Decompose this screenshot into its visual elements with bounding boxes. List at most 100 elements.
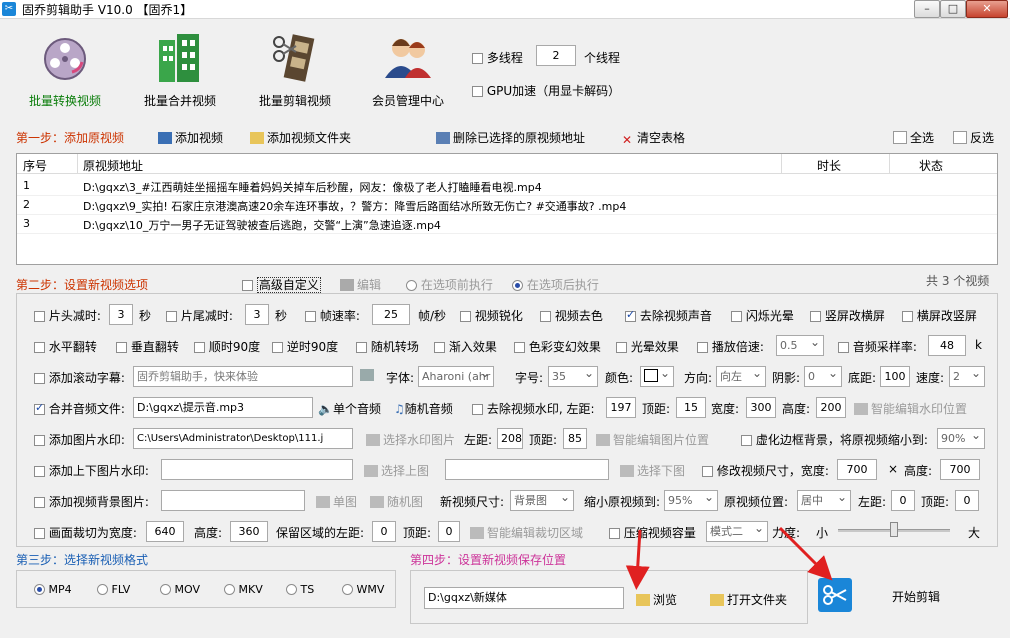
dir-select[interactable]: 向左 xyxy=(716,366,766,387)
force-slider-thumb[interactable] xyxy=(890,522,898,537)
remove-audio-checkbox[interactable] xyxy=(625,308,636,322)
save-path-input[interactable]: D:\gqxz\新媒体 xyxy=(424,587,624,609)
resize-width-input[interactable]: 700 xyxy=(837,459,877,480)
hflip-checkbox[interactable] xyxy=(34,342,45,353)
text-edit-icon[interactable] xyxy=(360,369,374,381)
member-center-button[interactable]: 会员管理中心 xyxy=(363,30,453,110)
merge-audio-checkbox[interactable] xyxy=(34,401,45,415)
merge-audio-option[interactable]: 合并音频文件: xyxy=(34,400,125,417)
remove-wm-checkbox[interactable] xyxy=(472,404,483,415)
delete-selected-button[interactable]: 删除已选择的原视频地址 xyxy=(436,129,585,146)
decolor-option[interactable]: 视频去色 xyxy=(540,307,603,324)
shrink-select[interactable]: 95% xyxy=(664,490,718,511)
shadow-select[interactable]: 0 xyxy=(804,366,842,387)
ccw90-option[interactable]: 逆时90度 xyxy=(272,338,338,355)
cw90-option[interactable]: 顺时90度 xyxy=(194,338,260,355)
tail-cut-input[interactable]: 3 xyxy=(245,304,269,325)
sample-rate-checkbox[interactable] xyxy=(838,342,849,353)
img-wm-option[interactable]: 添加图片水印: xyxy=(34,431,125,448)
table-row[interactable]: 3 D:\gqxz\10_万宁一男子无证驾驶被查后逃跑，交警“上演”急速追逐.m… xyxy=(17,214,997,234)
fps-checkbox[interactable] xyxy=(305,311,316,322)
choose-bottom-button[interactable]: 选择下图 xyxy=(620,462,685,479)
vflip-checkbox[interactable] xyxy=(116,342,127,353)
format-mov[interactable]: MOV xyxy=(160,583,200,596)
single-audio-button[interactable]: 🔈单个音频 xyxy=(318,400,381,417)
head-cut-option[interactable]: 片头减时: xyxy=(34,307,101,324)
blur-bg-checkbox[interactable] xyxy=(741,435,752,446)
hflip-option[interactable]: 水平翻转 xyxy=(34,338,97,355)
resize-checkbox[interactable] xyxy=(702,466,713,477)
crop-checkbox[interactable] xyxy=(34,528,45,539)
table-row[interactable]: 1 D:\gqxz\3_#江西萌娃坐摇摇车睡着妈妈关掉车后秒醒，网友：像极了老人… xyxy=(17,176,997,196)
format-mkv-radio[interactable] xyxy=(224,584,235,595)
halo-fx-checkbox[interactable] xyxy=(616,342,627,353)
wm-left-input[interactable]: 197 xyxy=(606,397,636,418)
edit-button[interactable]: 编辑 xyxy=(340,276,381,293)
remove-wm-option[interactable]: 去除视频水印, 左距: xyxy=(472,400,595,417)
bg-img-checkbox[interactable] xyxy=(34,497,45,508)
ccw90-checkbox[interactable] xyxy=(272,342,283,353)
random-img-button[interactable]: 随机图 xyxy=(370,493,423,510)
h2v-checkbox[interactable] xyxy=(902,311,913,322)
random-trans-checkbox[interactable] xyxy=(356,342,367,353)
position-select[interactable]: 居中 xyxy=(797,490,851,511)
cw90-checkbox[interactable] xyxy=(194,342,205,353)
tail-cut-checkbox[interactable] xyxy=(166,311,177,322)
multithread-checkbox[interactable] xyxy=(472,53,483,64)
before-radio[interactable] xyxy=(406,280,417,291)
invert-select-button[interactable]: 反选 xyxy=(953,129,994,146)
format-wmv-radio[interactable] xyxy=(342,584,353,595)
choose-wm-img-button[interactable]: 选择水印图片 xyxy=(366,431,455,448)
thread-count-input[interactable]: 2 xyxy=(536,45,576,66)
before-option[interactable]: 在选项前执行 xyxy=(406,276,493,293)
color-fx-option[interactable]: 色彩变幻效果 xyxy=(514,338,601,355)
crop-width-input[interactable]: 640 xyxy=(146,521,184,542)
minimize-button[interactable]: – xyxy=(914,0,940,18)
head-cut-checkbox[interactable] xyxy=(34,311,45,322)
smart-wm-button[interactable]: 智能编辑水印位置 xyxy=(854,400,967,417)
audio-path-input[interactable]: D:\gqxz\提示音.mp3 xyxy=(133,397,313,418)
sharpen-option[interactable]: 视频锐化 xyxy=(460,307,523,324)
start-button[interactable]: 开始剪辑 xyxy=(892,588,940,605)
format-mkv[interactable]: MKV xyxy=(224,583,263,596)
gpu-checkbox[interactable] xyxy=(472,86,483,97)
img-left-input[interactable]: 208 xyxy=(497,428,523,449)
sharpen-checkbox[interactable] xyxy=(460,311,471,322)
close-button[interactable]: ✕ xyxy=(966,0,1008,18)
batch-merge-button[interactable]: 批量合并视频 xyxy=(135,30,225,110)
scroll-text-input[interactable]: 固乔剪辑助手，快来体验 xyxy=(133,366,353,387)
clear-table-button[interactable]: ✕ 清空表格 xyxy=(620,129,685,147)
choose-top-button[interactable]: 选择上图 xyxy=(364,462,429,479)
blur-bg-option[interactable]: 虚化边框背景，将原视频缩小到: xyxy=(741,431,928,448)
img-top-input[interactable]: 85 xyxy=(563,428,587,449)
table-row[interactable]: 2 D:\gqxz\9_实拍! 石家庄京港澳高速20余车连环事故，？警方：降雪后… xyxy=(17,195,997,215)
format-flv-radio[interactable] xyxy=(97,584,108,595)
halo-fx-option[interactable]: 光晕效果 xyxy=(616,338,679,355)
format-mp4[interactable]: MP4 xyxy=(34,583,72,596)
font-select[interactable]: Aharoni (ahr xyxy=(418,366,494,387)
wm-top-input[interactable]: 15 xyxy=(676,397,706,418)
batch-edit-button[interactable]: 批量剪辑视频 xyxy=(250,30,340,110)
random-trans-option[interactable]: 随机转场 xyxy=(356,338,419,355)
scroll-speed-select[interactable]: 2 xyxy=(949,366,985,387)
batch-convert-button[interactable]: 批量转换视频 xyxy=(20,30,110,110)
color-fx-checkbox[interactable] xyxy=(514,342,525,353)
multithread-option[interactable]: 多线程 xyxy=(472,49,523,66)
pos-top-input[interactable]: 0 xyxy=(955,490,979,511)
format-wmv[interactable]: WMV xyxy=(342,583,384,596)
tb-wm-checkbox[interactable] xyxy=(34,466,45,477)
smart-crop-button[interactable]: 智能编辑裁切区域 xyxy=(470,524,583,541)
top-img-input[interactable] xyxy=(161,459,353,480)
head-cut-input[interactable]: 3 xyxy=(109,304,133,325)
v2h-checkbox[interactable] xyxy=(810,311,821,322)
select-all-button[interactable]: 全选 xyxy=(893,129,934,146)
add-video-button[interactable]: 添加视频 xyxy=(158,129,223,146)
maximize-button[interactable]: □ xyxy=(940,0,966,18)
img-wm-checkbox[interactable] xyxy=(34,435,45,446)
pos-left-input[interactable]: 0 xyxy=(891,490,915,511)
tail-cut-option[interactable]: 片尾减时: xyxy=(166,307,233,324)
img-path-input[interactable]: C:\Users\Administrator\Desktop\111.j xyxy=(133,428,353,449)
format-ts-radio[interactable] xyxy=(286,584,297,595)
video-table[interactable]: 序号 原视频地址 时长 状态 1 D:\gqxz\3_#江西萌娃坐摇摇车睡着妈妈… xyxy=(16,153,998,265)
format-mp4-radio[interactable] xyxy=(34,584,45,595)
